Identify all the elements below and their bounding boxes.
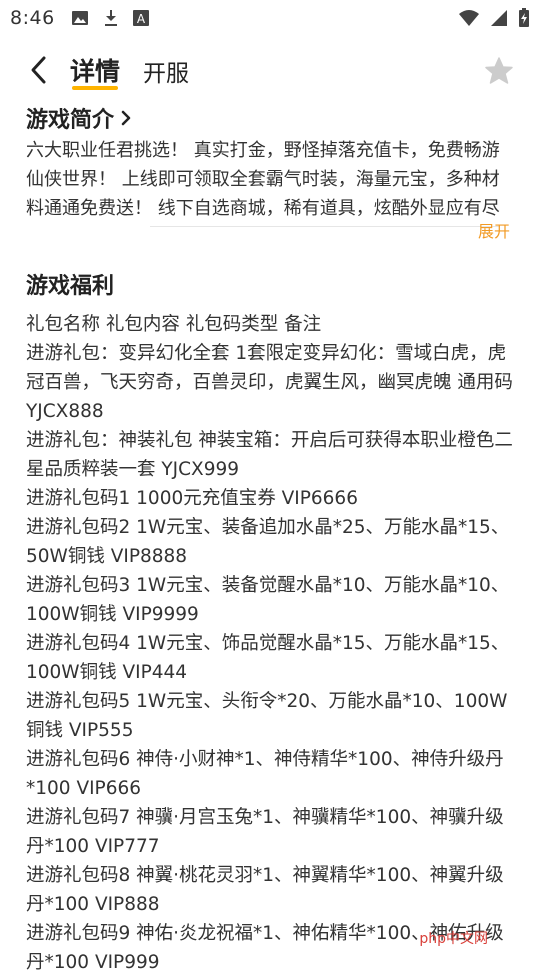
font-icon: A	[133, 10, 149, 26]
tab-detail[interactable]: 详情	[70, 52, 120, 88]
welfare-line: 进游礼包码8 神翼·桃花灵羽*1、神翼精华*100、神翼升级丹*100 VIP8…	[26, 861, 518, 919]
divider	[150, 226, 500, 227]
welfare-list: 礼包名称 礼包内容 礼包码类型 备注 进游礼包：变异幻化全套 1套限定变异幻化：…	[26, 310, 518, 977]
top-nav: 详情 开服	[0, 44, 540, 96]
favorite-star-icon[interactable]	[484, 56, 514, 86]
expand-button[interactable]: 展开	[478, 218, 510, 242]
status-time: 8:46	[10, 7, 55, 29]
intro-title[interactable]: 游戏简介	[26, 102, 132, 134]
welfare-line: 进游礼包：变异幻化全套 1套限定变异幻化：雪域白虎，虎冠百兽，飞天穷奇，百兽灵印…	[26, 339, 518, 426]
download-icon	[103, 9, 119, 27]
welfare-line: 进游礼包码6 神侍·小财神*1、神侍精华*100、神侍升级丹*100 VIP66…	[26, 745, 518, 803]
welfare-title: 游戏福利	[26, 268, 114, 300]
signal-icon	[490, 9, 508, 27]
svg-text:A: A	[137, 12, 146, 26]
image-icon	[71, 10, 89, 26]
welfare-line: 进游礼包码7 神骥·月宫玉兔*1、神骥精华*100、神骥升级丹*100 VIP7…	[26, 803, 518, 861]
wifi-icon	[458, 9, 480, 27]
welfare-line: 进游礼包码2 1W元宝、装备追加水晶*25、万能水晶*15、50W铜钱 VIP8…	[26, 513, 518, 571]
welfare-line: 进游礼包码3 1W元宝、装备觉醒水晶*10、万能水晶*10、100W铜钱 VIP…	[26, 571, 518, 629]
status-bar: 8:46 A	[0, 0, 540, 36]
watermark: php中文网	[419, 928, 488, 948]
welfare-line: 进游礼包码4 1W元宝、饰品觉醒水晶*15、万能水晶*15、100W铜钱 VIP…	[26, 629, 518, 687]
chevron-right-icon	[120, 109, 132, 127]
welfare-line: 礼包名称 礼包内容 礼包码类型 备注	[26, 310, 518, 339]
welfare-line: 进游礼包：神装礼包 神装宝箱：开启后可获得本职业橙色二星品质粹装一套 YJCX9…	[26, 426, 518, 484]
back-arrow-icon[interactable]	[26, 55, 52, 85]
welfare-line: 进游礼包码5 1W元宝、头衔令*20、万能水晶*10、100W铜钱 VIP555	[26, 687, 518, 745]
tab-active-indicator	[72, 86, 118, 90]
intro-title-text: 游戏简介	[26, 102, 114, 134]
intro-description: 六大职业任君挑选！ 真实打金，野怪掉落充值卡，免费畅游仙侠世界！ 上线即可领取全…	[26, 136, 516, 223]
welfare-line: 进游礼包码1 1000元充值宝券 VIP6666	[26, 484, 518, 513]
tab-server[interactable]: 开服	[143, 54, 189, 88]
battery-icon	[518, 8, 530, 28]
